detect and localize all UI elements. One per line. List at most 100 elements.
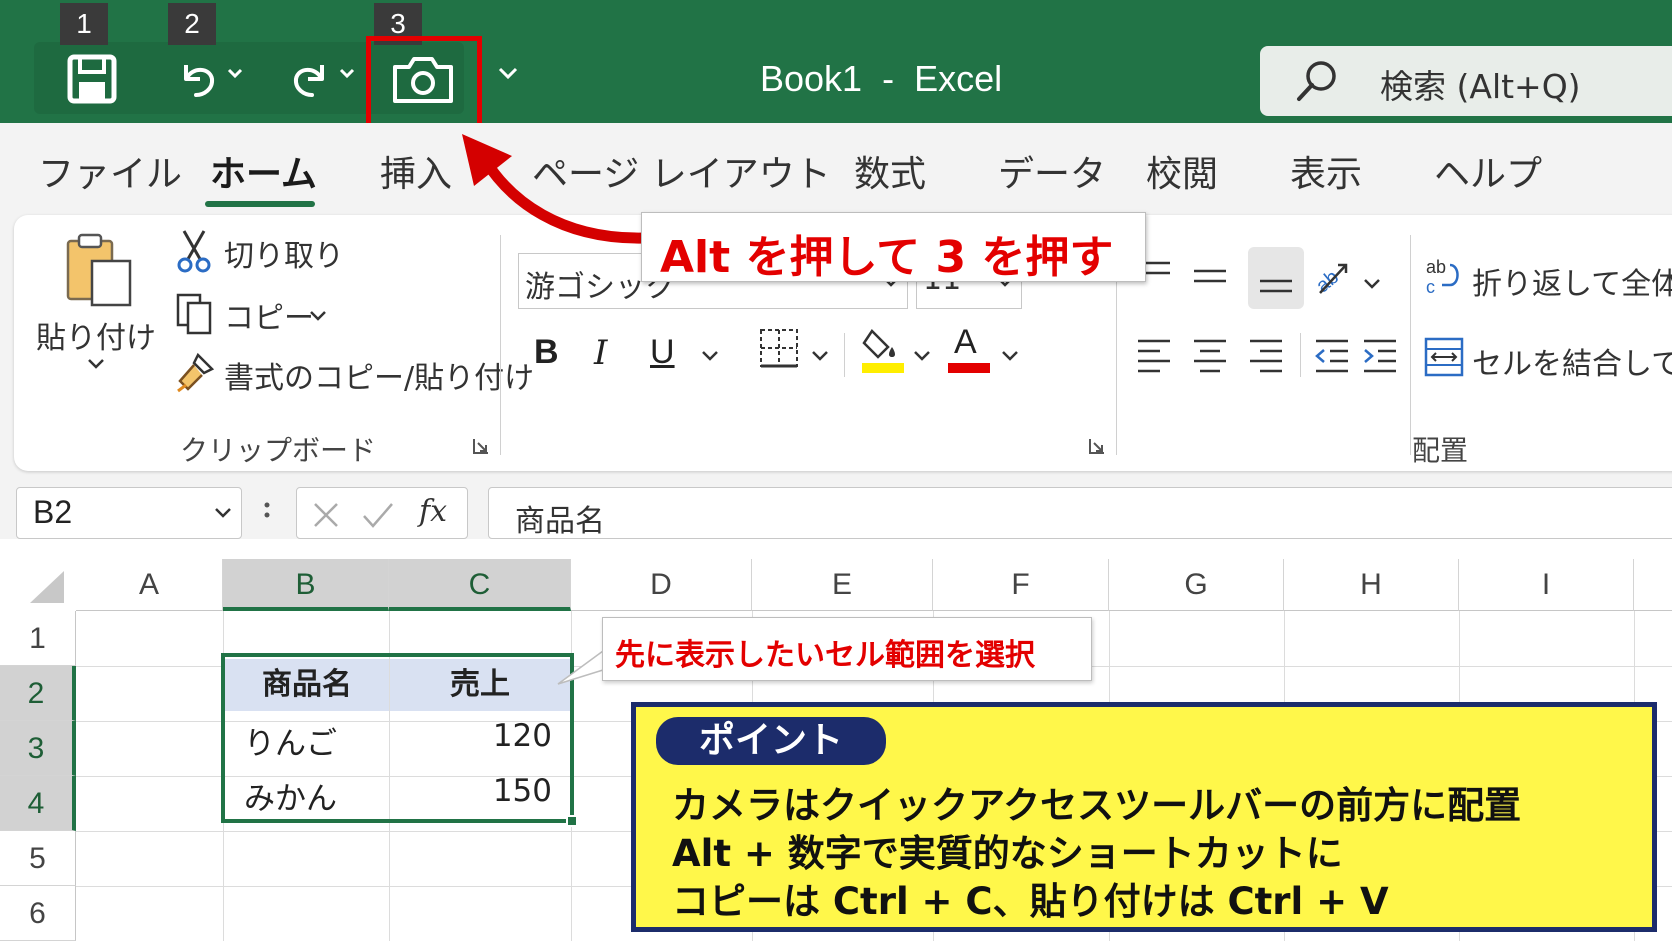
tab-formulas[interactable]: 数式: [854, 145, 926, 197]
redo-dropdown[interactable]: [338, 58, 356, 92]
row-header-3[interactable]: 3: [0, 721, 76, 776]
format-painter-button[interactable]: 書式のコピー/貼り付け: [174, 349, 534, 397]
group-separator: [844, 333, 845, 377]
clipboard-group-label: クリップボード: [180, 434, 377, 467]
formula-buttons: fx: [296, 487, 468, 539]
column-header-d[interactable]: D: [571, 559, 752, 611]
copy-button[interactable]: コピー: [174, 289, 374, 337]
italic-button[interactable]: I: [594, 333, 607, 373]
svg-text:ab: ab: [1426, 257, 1446, 277]
font-color-button[interactable]: A: [946, 323, 992, 375]
wrap-text-icon: ab c: [1426, 257, 1459, 297]
fill-color-icon[interactable]: [860, 323, 906, 375]
tab-home[interactable]: ホーム: [210, 145, 317, 197]
tab-help[interactable]: ヘルプ: [1434, 145, 1542, 197]
redo-button[interactable]: [282, 48, 338, 110]
column-header-h[interactable]: H: [1284, 559, 1459, 611]
decrease-indent-icon[interactable]: [1312, 333, 1352, 373]
align-middle-icon[interactable]: [1190, 257, 1230, 297]
orientation-dropdown[interactable]: [1362, 275, 1382, 293]
font-color-glyph: A: [954, 323, 977, 361]
search-icon: [1297, 61, 1336, 101]
alt-key-callout: Alt を押して 3 を押す: [641, 212, 1146, 283]
group-separator: [1410, 235, 1411, 455]
point-tag: ポイント: [656, 717, 886, 765]
align-bottom-button[interactable]: [1248, 247, 1304, 309]
dialog-launcher-icon[interactable]: [1088, 437, 1106, 455]
alignment-group-label: 配置: [1412, 434, 1469, 467]
underline-button[interactable]: U: [650, 333, 675, 372]
row-header-1[interactable]: 1: [0, 611, 76, 666]
select-range-callout-text: 先に表示したいセル範囲を選択: [615, 638, 1035, 673]
align-bottom-icon: [1260, 279, 1292, 293]
enter-check-icon[interactable]: [361, 500, 395, 530]
wrap-text-button[interactable]: ab c 折り返して全体を: [1424, 253, 1672, 303]
save-button[interactable]: [62, 48, 122, 110]
column-header-a[interactable]: A: [76, 559, 223, 611]
keytip-2: 2: [168, 3, 216, 45]
row-header-2[interactable]: 2: [0, 666, 76, 721]
bold-button[interactable]: B: [534, 333, 559, 372]
document-title: Book1 - Excel: [760, 58, 1003, 99]
alt-key-callout-text: Alt を押して 3 を押す: [660, 232, 1114, 283]
borders-dropdown[interactable]: [810, 347, 830, 365]
insert-function-button[interactable]: fx: [419, 494, 447, 529]
cut-button[interactable]: 切り取り: [174, 227, 374, 275]
column-header-i[interactable]: I: [1459, 559, 1634, 611]
group-separator: [1300, 333, 1301, 377]
select-range-callout: 先に表示したいセル範囲を選択: [602, 617, 1092, 681]
column-header-g[interactable]: G: [1109, 559, 1284, 611]
wrap-text-label: 折り返して全体を: [1472, 267, 1672, 302]
scissors-icon: [177, 230, 211, 273]
column-header-next[interactable]: [1634, 559, 1672, 611]
align-left-icon[interactable]: [1134, 333, 1174, 373]
underline-dropdown[interactable]: [700, 347, 720, 365]
formula-input[interactable]: 商品名: [488, 487, 1672, 539]
tab-view[interactable]: 表示: [1290, 145, 1362, 197]
svg-text:c: c: [1426, 277, 1435, 297]
point-box: ポイント カメラはクイックアクセスツールバーの前方に配置 Alt + 数字で実質…: [631, 702, 1657, 932]
copy-icon: [176, 293, 212, 335]
undo-button[interactable]: [170, 48, 226, 110]
cancel-icon[interactable]: [311, 500, 341, 530]
chevron-down-icon: [227, 68, 243, 79]
font-color-dropdown[interactable]: [1000, 347, 1020, 365]
orientation-icon[interactable]: ab: [1310, 255, 1354, 299]
row-header-5[interactable]: 5: [0, 831, 76, 886]
title-bar: 1 2 3 Book1 - Excel 検索 (Alt+Q): [0, 0, 1672, 132]
more-options-icon[interactable]: [262, 497, 272, 529]
column-header-f[interactable]: F: [933, 559, 1109, 611]
row-header-4[interactable]: 4: [0, 776, 76, 831]
save-icon: [67, 54, 117, 104]
merge-center-button[interactable]: セルを結合して中: [1424, 333, 1672, 383]
pointer-arrow: [462, 134, 651, 244]
search-placeholder: 検索 (Alt+Q): [1380, 67, 1581, 106]
search-box[interactable]: 検索 (Alt+Q): [1260, 46, 1672, 116]
increase-indent-icon[interactable]: [1360, 333, 1400, 373]
dialog-launcher-icon[interactable]: [472, 437, 490, 455]
copy-label: コピー: [224, 301, 314, 336]
tab-file[interactable]: ファイル: [38, 145, 182, 197]
customize-qat-dropdown[interactable]: [496, 58, 520, 92]
paste-button[interactable]: 貼り付け: [34, 227, 156, 387]
group-separator: [500, 235, 501, 455]
tab-data[interactable]: データ: [998, 145, 1106, 197]
fill-handle[interactable]: [566, 815, 578, 827]
row-header-6[interactable]: 6: [0, 886, 76, 941]
column-header-b[interactable]: B: [223, 559, 389, 611]
borders-icon[interactable]: [758, 327, 800, 369]
point-line-3: コピーは Ctrl + C、貼り付けは Ctrl + V: [672, 880, 1389, 923]
align-center-icon[interactable]: [1190, 333, 1230, 373]
select-all-corner[interactable]: [28, 569, 66, 605]
point-line-2: Alt + 数字で実質的なショートカットに: [672, 832, 1343, 875]
fill-color-dropdown[interactable]: [912, 347, 932, 365]
column-header-e[interactable]: E: [752, 559, 933, 611]
tab-review[interactable]: 校閲: [1146, 145, 1218, 197]
column-header-c[interactable]: C: [389, 559, 571, 611]
camera-highlight-frame: [366, 36, 482, 132]
align-right-icon[interactable]: [1246, 333, 1286, 373]
undo-dropdown[interactable]: [226, 58, 244, 92]
redo-icon: [293, 65, 324, 97]
chevron-down-icon: [498, 67, 518, 80]
name-box[interactable]: B2: [16, 487, 242, 539]
